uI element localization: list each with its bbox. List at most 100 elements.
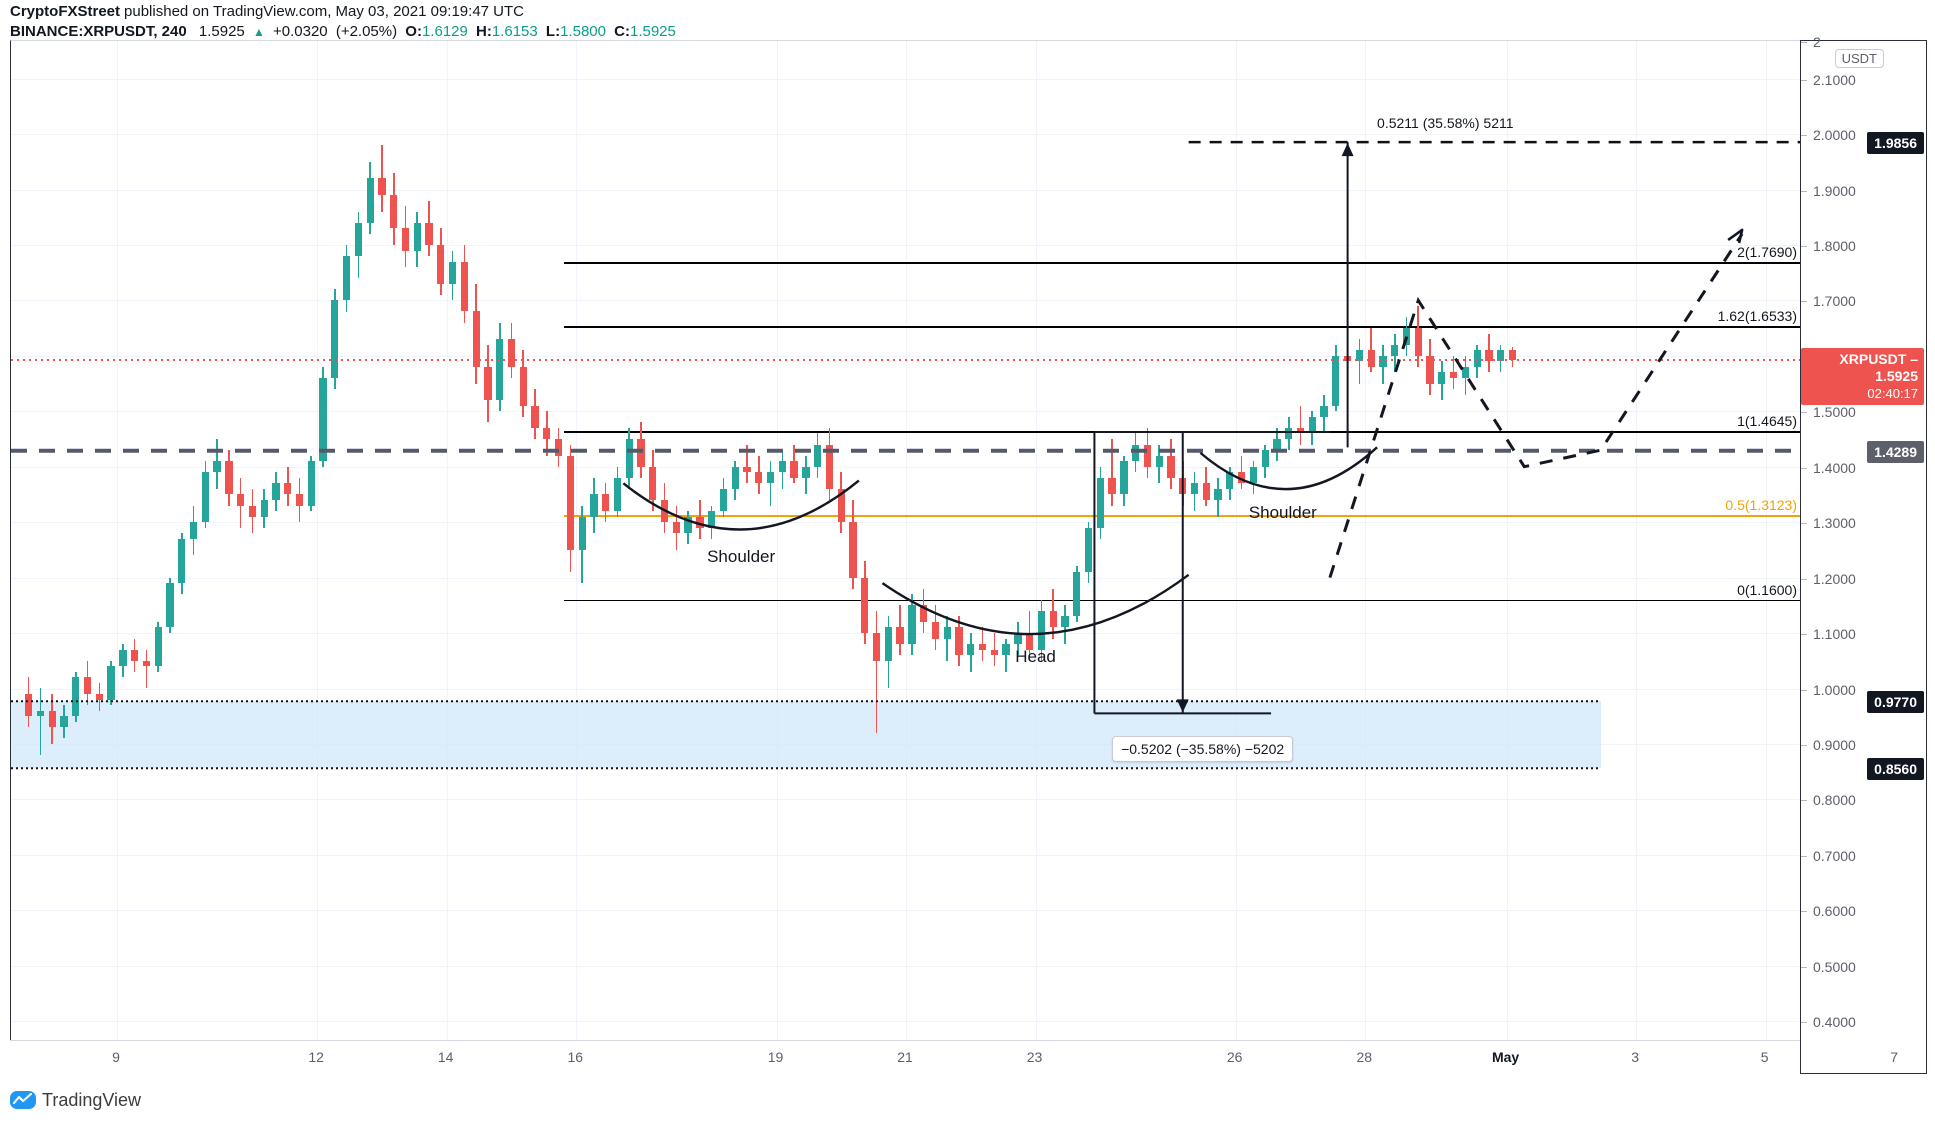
candlestick[interactable] (1061, 605, 1069, 645)
candlestick[interactable] (1096, 466, 1104, 539)
candlestick[interactable] (83, 660, 92, 706)
candlestick[interactable] (107, 660, 115, 706)
candlestick[interactable] (178, 533, 186, 595)
candlestick[interactable] (908, 594, 916, 656)
candlestick[interactable] (1485, 333, 1493, 373)
candlestick[interactable] (236, 477, 245, 528)
candlestick[interactable] (1320, 394, 1328, 434)
candlestick[interactable] (1190, 472, 1199, 512)
candlestick[interactable] (766, 461, 775, 506)
candlestick[interactable] (590, 477, 598, 534)
candlestick[interactable] (602, 483, 610, 523)
candlestick[interactable] (696, 499, 704, 539)
candlestick[interactable] (272, 472, 280, 512)
candlestick[interactable] (1391, 333, 1399, 373)
candlestick[interactable] (672, 505, 680, 550)
candlestick[interactable] (566, 444, 575, 573)
candlestick[interactable] (72, 671, 80, 722)
candlestick[interactable] (684, 511, 692, 545)
chart-area[interactable]: 2(1.7690) 1.62(1.6533) 1(1.4645) 0.5(1.3123… (10, 40, 1801, 1072)
candlestick[interactable] (189, 505, 198, 556)
candlestick[interactable] (1143, 427, 1152, 478)
candlestick[interactable] (484, 344, 492, 423)
candlestick[interactable] (425, 200, 433, 257)
candlestick[interactable] (731, 461, 739, 500)
candlestick[interactable] (531, 389, 539, 439)
candlestick[interactable] (931, 605, 940, 650)
candlestick[interactable] (1343, 322, 1352, 373)
candlestick[interactable] (378, 145, 386, 212)
candlestick[interactable] (507, 322, 516, 379)
candlestick[interactable] (649, 450, 657, 512)
candlestick[interactable] (896, 605, 904, 656)
price-level-tag[interactable]: 1.4289 (1867, 440, 1924, 463)
candlestick[interactable] (154, 621, 162, 672)
candlestick[interactable] (884, 616, 892, 689)
fibonacci-level-line[interactable] (564, 430, 1801, 433)
current-price-tag[interactable]: XRPUSDT – 1.5925 02:40:17 (1801, 348, 1924, 405)
candlestick[interactable] (95, 682, 103, 711)
candlestick[interactable] (1249, 461, 1258, 495)
candlestick[interactable] (1332, 344, 1340, 412)
candlestick[interactable] (1367, 328, 1375, 373)
candlestick[interactable] (119, 644, 127, 678)
candlestick[interactable] (778, 450, 786, 489)
candlestick[interactable] (437, 228, 445, 295)
time-axis[interactable]: 91214161921232628May35710 (10, 1040, 1898, 1073)
candlestick[interactable] (48, 693, 56, 744)
candlestick[interactable] (1285, 416, 1293, 451)
fibonacci-level-line[interactable] (564, 515, 1801, 517)
candlestick[interactable] (1120, 455, 1128, 506)
candlestick[interactable] (625, 427, 633, 489)
candlestick[interactable] (460, 244, 469, 323)
candlestick[interactable] (284, 466, 292, 506)
candlestick[interactable] (1237, 455, 1246, 489)
candlestick[interactable] (448, 250, 457, 301)
candlestick[interactable] (225, 450, 233, 506)
symbol-title[interactable]: BINANCE:XRPUSDT, 240 (10, 23, 187, 40)
candlestick[interactable] (1449, 355, 1458, 390)
candlestick[interactable] (390, 172, 398, 245)
candlestick[interactable] (743, 444, 751, 484)
candlestick[interactable] (1261, 444, 1269, 478)
candlestick[interactable] (613, 466, 622, 517)
candlestick[interactable] (990, 633, 998, 667)
candlestick[interactable] (1473, 344, 1481, 379)
candlestick[interactable] (1167, 439, 1175, 489)
candlestick[interactable] (496, 322, 504, 412)
candlestick[interactable] (366, 161, 374, 234)
candlestick[interactable] (978, 627, 987, 661)
candlestick[interactable] (401, 206, 410, 268)
candlestick[interactable] (166, 577, 174, 633)
fibonacci-level-line[interactable] (564, 326, 1801, 328)
candlestick[interactable] (1308, 411, 1316, 445)
candlestick[interactable] (802, 455, 810, 495)
price-level-tag[interactable]: 0.9770 (1867, 691, 1924, 714)
candlestick[interactable] (413, 211, 421, 268)
candlestick[interactable] (472, 283, 480, 384)
candlestick[interactable] (825, 427, 834, 500)
candlestick[interactable] (1226, 466, 1234, 500)
candlestick[interactable] (719, 477, 728, 517)
candlestick[interactable] (837, 472, 845, 534)
candlestick[interactable] (708, 505, 716, 539)
candlestick[interactable] (1296, 405, 1305, 445)
candlestick[interactable] (1084, 522, 1093, 584)
candlestick[interactable] (637, 422, 645, 478)
candlestick[interactable] (36, 688, 45, 755)
candlestick[interactable] (578, 505, 586, 584)
candlestick[interactable] (814, 433, 822, 478)
price-level-tag[interactable]: 1.9856 (1867, 132, 1924, 155)
fibonacci-level-line[interactable] (564, 599, 1801, 602)
candlestick[interactable] (319, 366, 327, 467)
candlestick[interactable] (248, 488, 257, 534)
candlestick[interactable] (967, 633, 975, 672)
candlestick[interactable] (1414, 305, 1422, 367)
candlestick[interactable] (543, 411, 551, 456)
candlestick[interactable] (920, 588, 928, 633)
candlestick[interactable] (755, 455, 763, 495)
axis-currency-badge[interactable]: USDT (1834, 49, 1884, 68)
candlestick[interactable] (849, 499, 857, 589)
candlestick[interactable] (1273, 427, 1281, 462)
candlestick[interactable] (25, 677, 33, 728)
